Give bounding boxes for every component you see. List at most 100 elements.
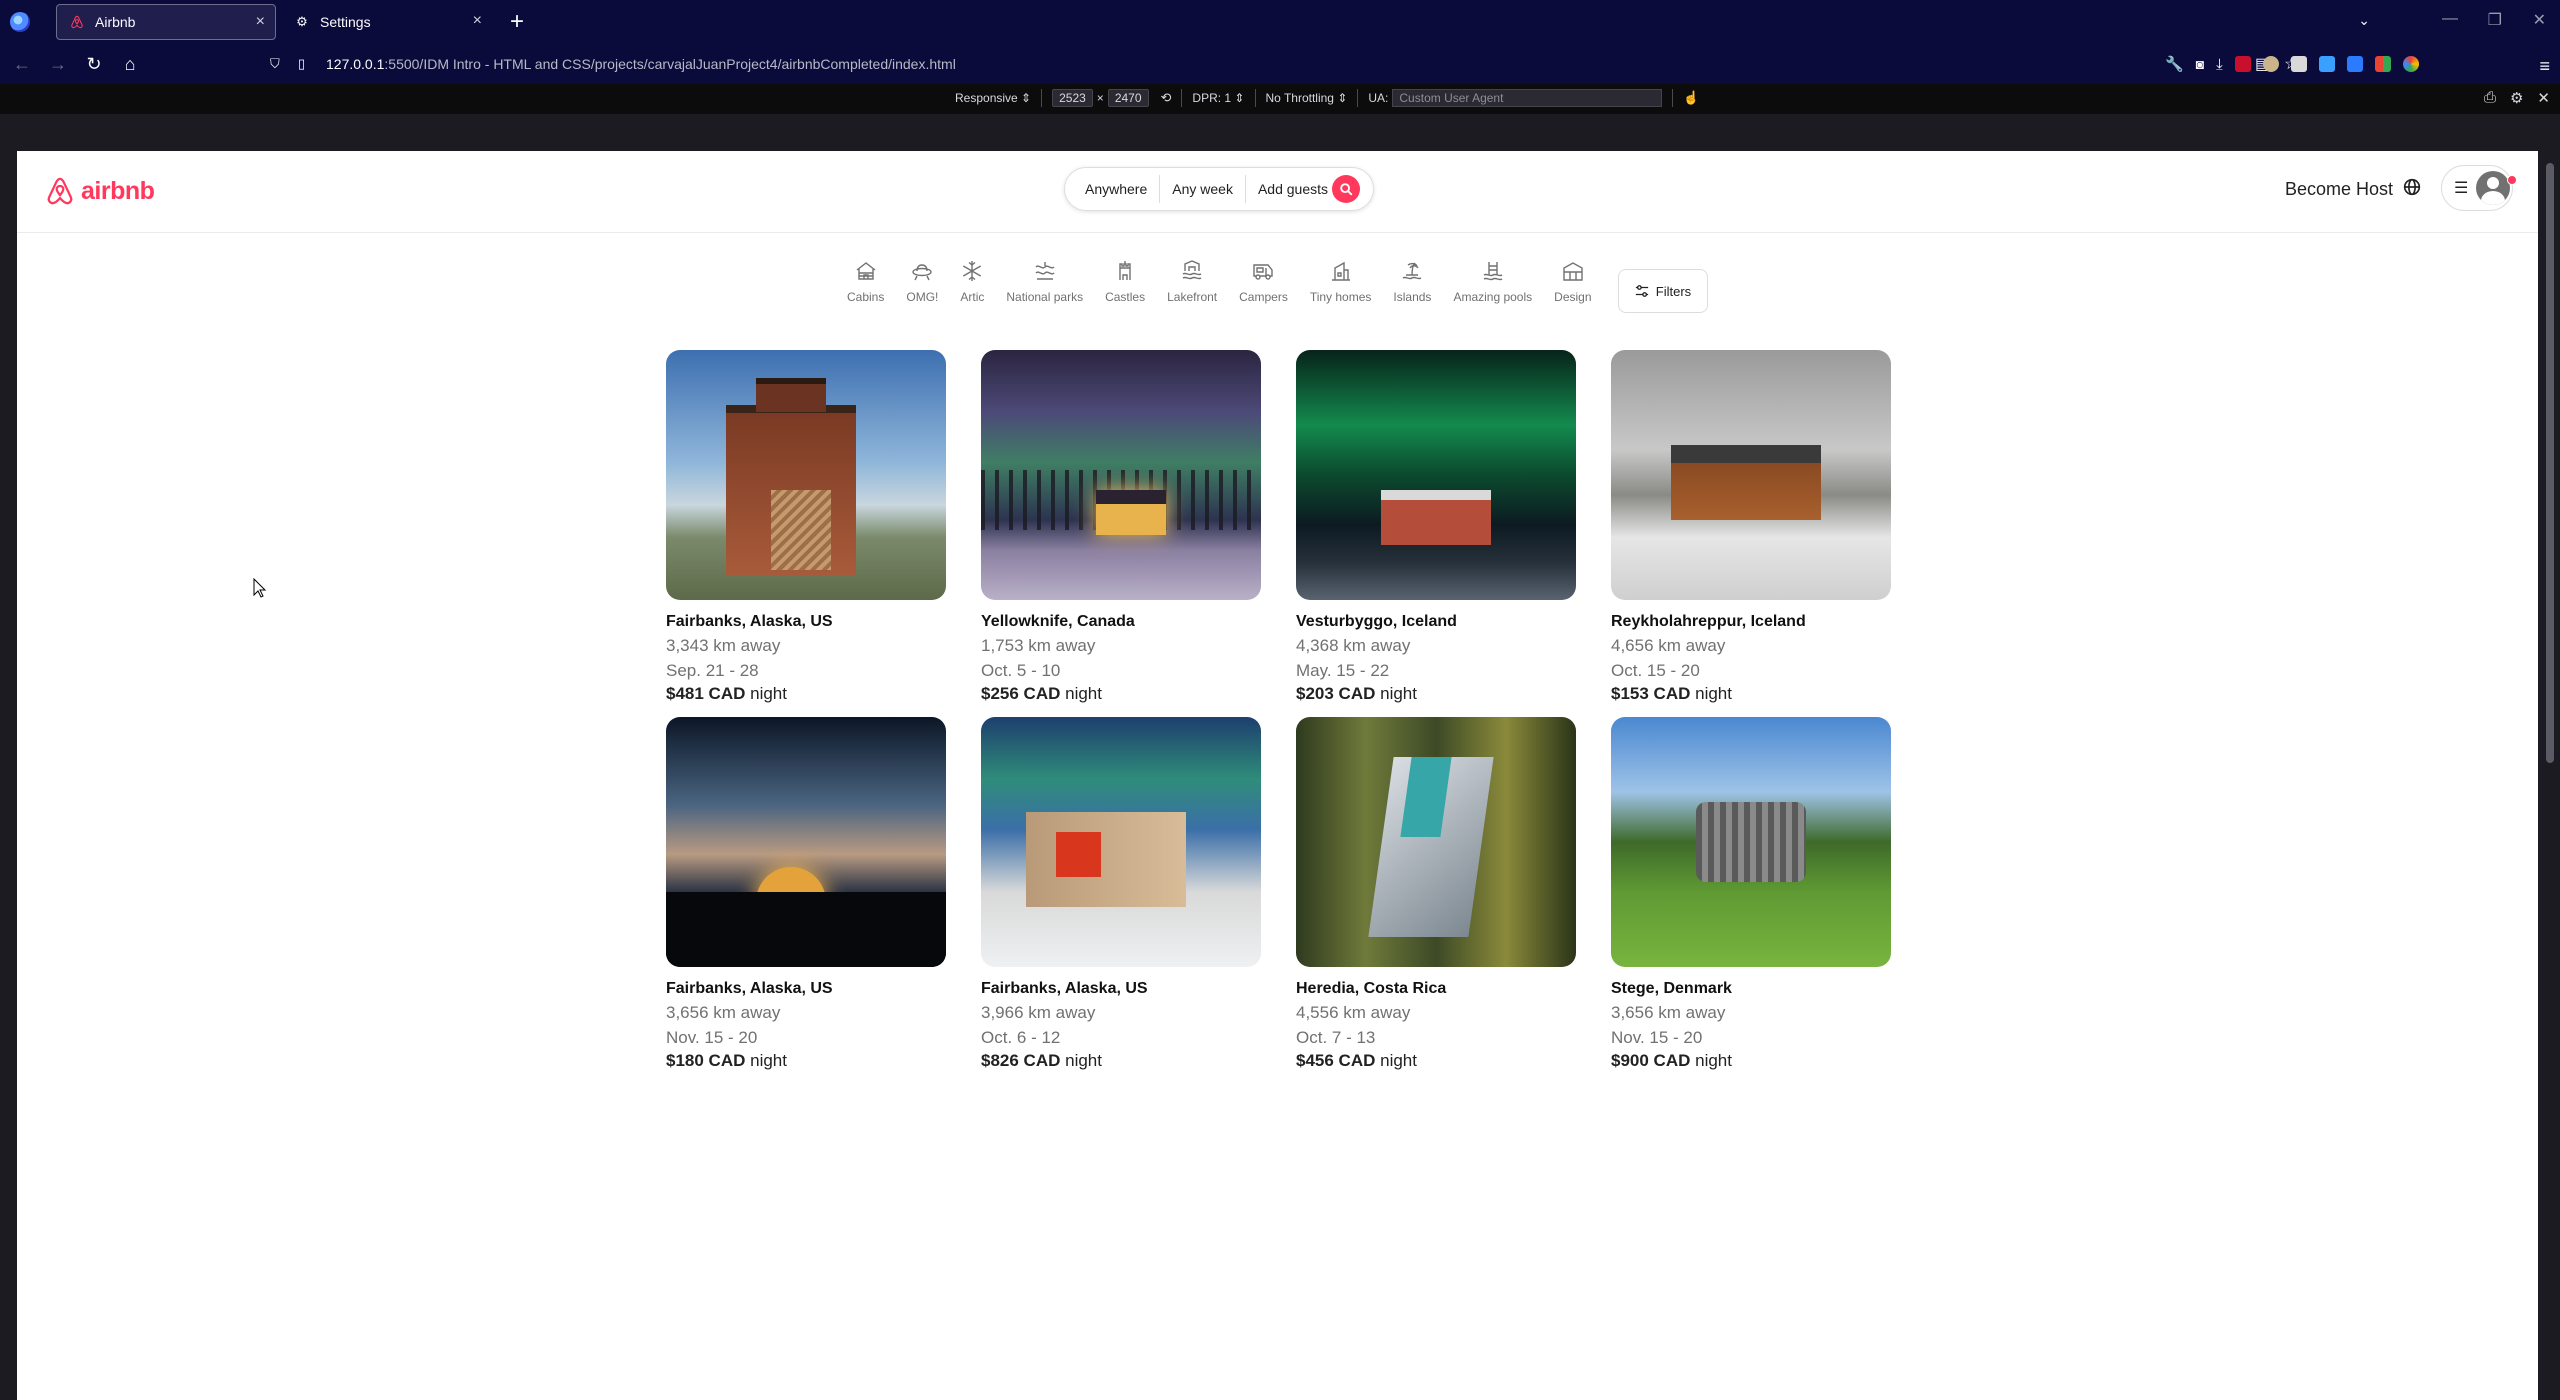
category-design[interactable]: Design [1554, 259, 1592, 319]
category-national-parks[interactable]: National parks [1006, 259, 1083, 319]
listing-price-unit: night [1380, 684, 1417, 703]
search-when[interactable]: Any week [1160, 175, 1246, 203]
listing-dates: Oct. 6 - 12 [981, 1028, 1061, 1047]
listing-card[interactable]: Heredia, Costa Rica 4,556 km away Oct. 7… [1296, 717, 1576, 1071]
touch-simulation-icon[interactable]: ☝ [1683, 90, 1699, 106]
listing-location: Vesturbyggo, Iceland [1296, 613, 1457, 630]
minimize-icon[interactable]: — [2442, 10, 2458, 28]
pocket-icon[interactable]: ◙ [2196, 56, 2204, 72]
listing-price: $180 CAD [666, 1051, 746, 1070]
listing-distance: 3,343 km away [666, 636, 781, 655]
filters-button[interactable]: Filters [1618, 269, 1708, 313]
listing-photo[interactable] [1611, 350, 1891, 600]
listing-price-line: $153 CAD night [1611, 684, 1891, 704]
listing-card[interactable]: Fairbanks, Alaska, US 3,656 km away Nov.… [666, 717, 946, 1071]
listing-photo[interactable] [1611, 717, 1891, 967]
listing-photo[interactable] [1296, 350, 1576, 600]
listing-location: Yellowknife, Canada [981, 613, 1135, 630]
search-where[interactable]: Anywhere [1065, 175, 1161, 203]
listing-photo[interactable] [666, 350, 946, 600]
tab-strip: Airbnb × ⚙ Settings × + ⌄ — ❐ ✕ [0, 0, 2560, 44]
search-bar[interactable]: Anywhere Any week Add guests [1064, 167, 1374, 211]
listing-dates: Nov. 15 - 20 [666, 1028, 758, 1047]
extension-cloud-icon[interactable] [2290, 56, 2307, 72]
color-picker-icon[interactable] [2402, 56, 2419, 72]
list-all-tabs-icon[interactable]: ⌄ [2358, 12, 2370, 29]
airbnb-logo[interactable]: airbnb [45, 175, 155, 207]
app-menu-icon[interactable]: ≡ [2539, 56, 2550, 77]
listing-price-line: $900 CAD night [1611, 1051, 1891, 1071]
close-tab-icon[interactable]: × [256, 13, 265, 31]
extension-cookie-icon[interactable] [2262, 56, 2279, 72]
search-button[interactable] [1332, 175, 1361, 203]
category-omg[interactable]: OMG! [906, 259, 938, 319]
listing-price-unit: night [1065, 684, 1102, 703]
tab-title: Airbnb [95, 14, 136, 30]
wrench-icon[interactable]: 🔧 [2165, 55, 2184, 73]
listing-card[interactable]: Fairbanks, Alaska, US 3,343 km away Sep.… [666, 350, 946, 704]
tab-settings[interactable]: ⚙ Settings × [282, 4, 492, 40]
back-icon[interactable]: ← [4, 54, 40, 75]
home-icon[interactable]: ⌂ [112, 54, 148, 75]
shield-icon[interactable]: ⛉ [270, 56, 288, 72]
page-viewport: airbnb Anywhere Any week Add guests Beco… [17, 151, 2538, 1400]
listing-card[interactable]: Vesturbyggo, Iceland 4,368 km away May. … [1296, 350, 1576, 704]
category-castles[interactable]: Castles [1105, 259, 1145, 319]
window-close-icon[interactable]: ✕ [2533, 10, 2546, 30]
category-amazing-pools[interactable]: Amazing pools [1453, 259, 1532, 319]
search-who[interactable]: Add guests [1246, 175, 1328, 203]
settings-icon[interactable]: ⚙ [2510, 89, 2523, 107]
category-lakefront[interactable]: Lakefront [1167, 259, 1217, 319]
listing-distance: 3,966 km away [981, 1003, 1096, 1022]
category-label: Tiny homes [1309, 290, 1372, 304]
firefox-view-icon[interactable] [10, 12, 30, 32]
category-islands[interactable]: Islands [1393, 259, 1431, 319]
reload-icon[interactable]: ↻ [76, 54, 112, 75]
listing-card[interactable]: Stege, Denmark 3,656 km away Nov. 15 - 2… [1611, 717, 1891, 1071]
forward-icon[interactable]: → [40, 54, 76, 75]
viewport-height-input[interactable]: 2470 [1107, 89, 1149, 107]
responsive-design-toolbar: Responsive ⇕ 2523 × 2470 ⟲ DPR: 1 ⇕ No T… [0, 84, 2560, 114]
user-agent-input[interactable]: Custom User Agent [1392, 89, 1663, 107]
extension-grid-icon[interactable] [2374, 56, 2391, 72]
viewport-width-input[interactable]: 2523 [1052, 89, 1093, 107]
category-campers[interactable]: Campers [1239, 259, 1288, 319]
dpr-selector[interactable]: DPR: 1 ⇕ [1192, 91, 1244, 105]
downloads-icon[interactable]: ⤓ [2216, 56, 2223, 73]
page-scrollbar[interactable] [2540, 151, 2560, 1400]
screenshot-icon[interactable]: ⎙ [2484, 89, 2496, 107]
ua-label: UA: [1368, 91, 1389, 105]
island-icon [1403, 262, 1422, 280]
scrollbar-thumb[interactable] [2546, 163, 2554, 763]
throttling-selector[interactable]: No Throttling ⇕ [1266, 91, 1348, 105]
new-tab-button[interactable]: + [502, 8, 532, 36]
listing-photo[interactable] [981, 717, 1261, 967]
listing-photo[interactable] [981, 350, 1261, 600]
category-tiny-homes[interactable]: Tiny homes [1309, 259, 1372, 319]
listing-card[interactable]: Reykholahreppur, Iceland 4,656 km away O… [1611, 350, 1891, 704]
become-host-link[interactable]: Become Host [2285, 179, 2393, 200]
extension-diamond-icon[interactable] [2318, 56, 2335, 72]
ublock-icon[interactable] [2234, 56, 2251, 72]
tab-airbnb[interactable]: Airbnb × [56, 4, 276, 40]
url-host: 127.0.0.1 [326, 56, 385, 72]
extension-pen-icon[interactable] [2346, 56, 2363, 72]
device-selector[interactable]: Responsive ⇕ [955, 91, 1031, 105]
listing-price-unit: night [1065, 1051, 1102, 1070]
restore-icon[interactable]: ❐ [2488, 10, 2502, 30]
address-bar[interactable]: ⛉ ▯ 127.0.0.1:5500/IDM Intro - HTML and … [270, 48, 2298, 80]
listing-price-line: $256 CAD night [981, 684, 1261, 704]
listing-card[interactable]: Yellowknife, Canada 1,753 km away Oct. 5… [981, 350, 1261, 704]
listing-photo[interactable] [1296, 717, 1576, 967]
rotate-viewport-icon[interactable]: ⟲ [1161, 90, 1172, 106]
globe-icon[interactable] [2403, 178, 2421, 201]
extensions-tray: 🔧 ◙ ⤓ [2165, 44, 2419, 84]
listing-card[interactable]: Fairbanks, Alaska, US 3,966 km away Oct.… [981, 717, 1261, 1071]
close-tab-icon[interactable]: × [473, 12, 482, 30]
category-artic[interactable]: Artic [960, 259, 984, 319]
listing-price: $826 CAD [981, 1051, 1061, 1070]
user-menu-button[interactable]: ☰ [2441, 165, 2513, 211]
close-rdm-icon[interactable]: ✕ [2537, 89, 2550, 107]
listing-photo[interactable] [666, 717, 946, 967]
category-cabins[interactable]: Cabins [847, 259, 884, 319]
